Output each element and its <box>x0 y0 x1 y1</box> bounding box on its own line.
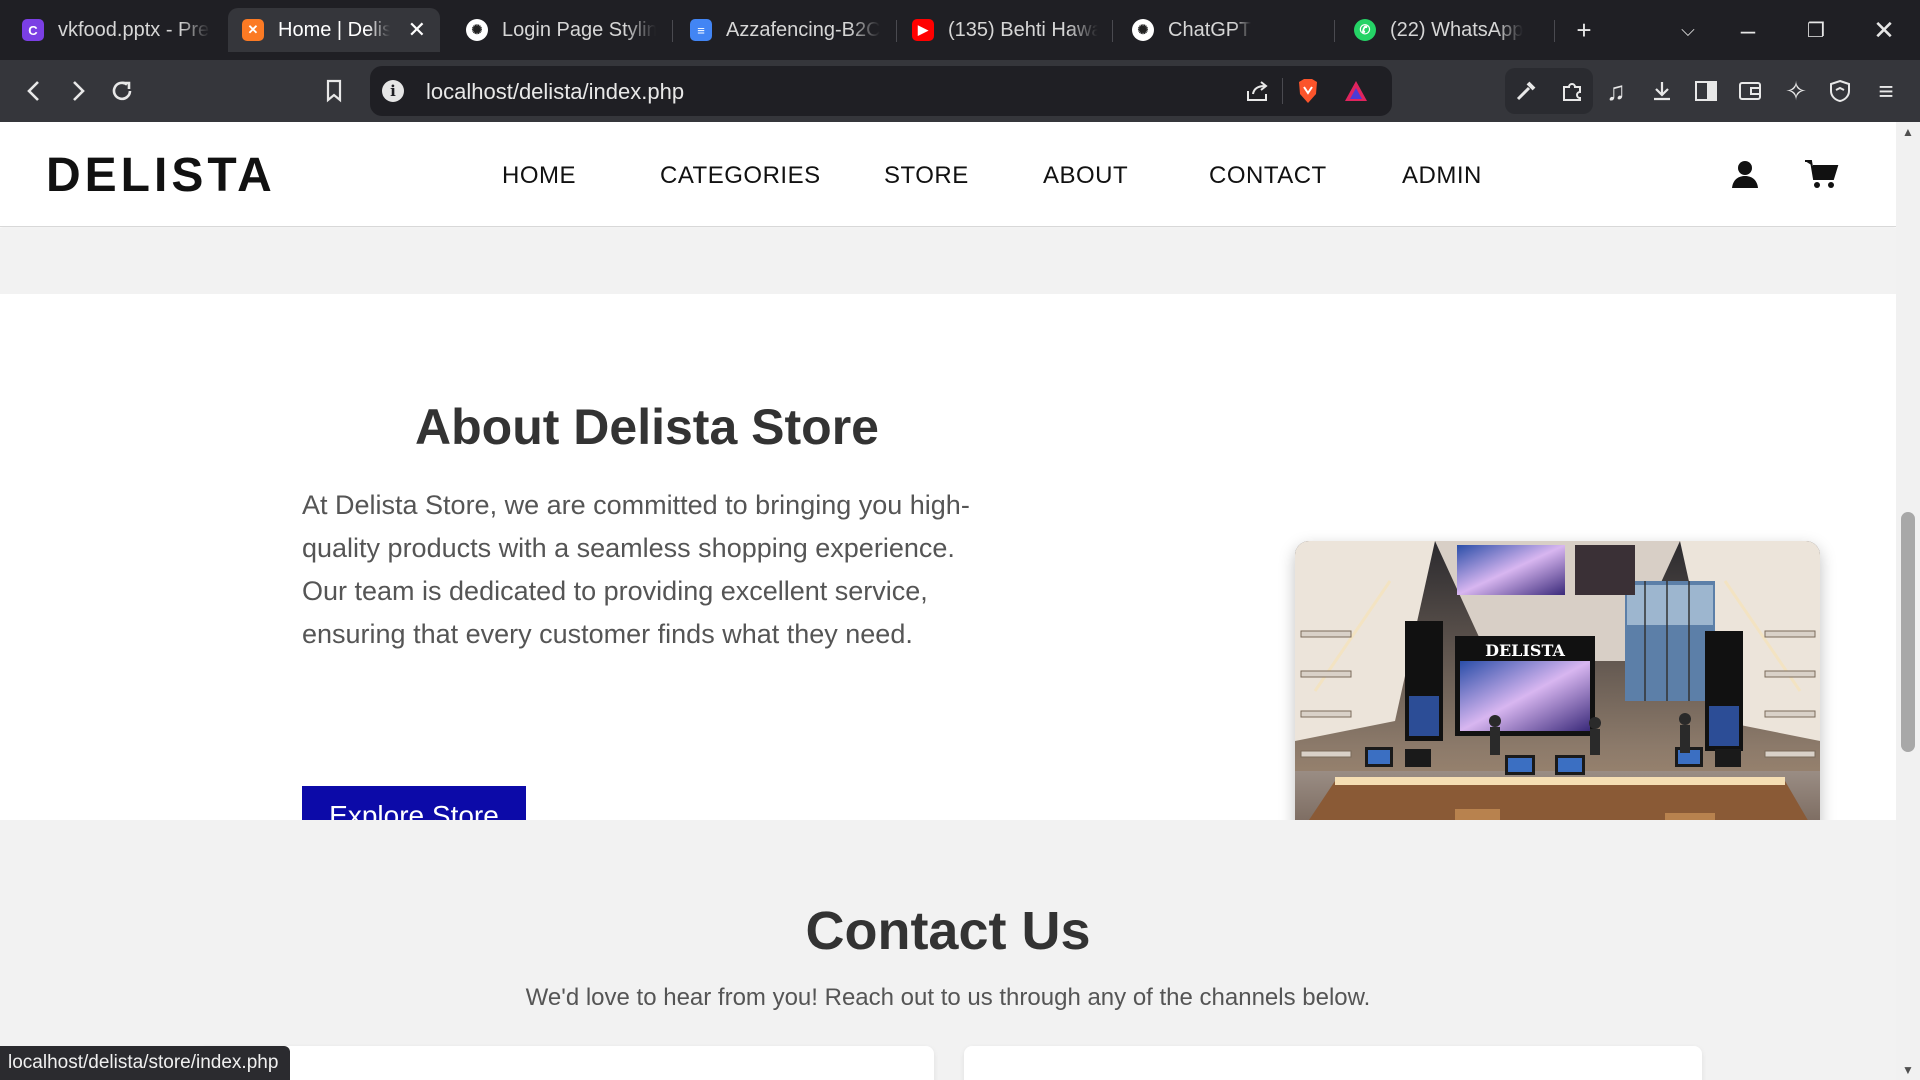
tab-login-page-styling[interactable]: ✺ Login Page Styling <box>452 8 670 52</box>
canva-icon: C <box>22 19 44 41</box>
contact-card <box>196 1046 934 1080</box>
address-bar[interactable]: i localhost/delista/index.php <box>370 66 1392 116</box>
xampp-icon: ✕ <box>242 19 264 41</box>
wallet-icon[interactable] <box>1734 75 1766 107</box>
tab-home-delista[interactable]: ✕ Home | Delista ✕ <box>228 8 440 52</box>
scroll-down-arrow-icon[interactable]: ▼ <box>1896 1060 1920 1080</box>
scroll-up-arrow-icon[interactable]: ▲ <box>1896 122 1920 142</box>
forward-icon[interactable] <box>62 75 94 107</box>
tab-divider <box>1334 20 1335 42</box>
contact-subtitle: We'd love to hear from you! Reach out to… <box>525 984 1371 1011</box>
tab-vkfood[interactable]: C vkfood.pptx - Pres <box>8 8 224 52</box>
vpn-shield-icon[interactable] <box>1824 75 1856 107</box>
site-info-icon[interactable]: i <box>382 80 404 102</box>
chatgpt-icon: ✺ <box>466 19 488 41</box>
about-section: About Delista Store At Delista Store, we… <box>0 294 1896 915</box>
previous-section-bottom <box>0 228 1896 294</box>
tab-youtube[interactable]: ▶ (135) Behti Hawa S <box>898 8 1112 52</box>
about-description: At Delista Store, we are committed to br… <box>302 490 970 649</box>
nav-home[interactable]: HOME <box>502 162 576 190</box>
minimize-icon[interactable]: – <box>1730 12 1766 48</box>
browser-toolbar: i localhost/delista/index.php ♫ ✧ ≡ <box>0 60 1920 122</box>
contact-section: Contact Us We'd love to hear from you! R… <box>0 820 1896 1080</box>
nav-categories[interactable]: CATEGORIES <box>660 162 821 190</box>
bookmark-icon[interactable] <box>318 75 350 107</box>
site-logo[interactable]: DELISTA <box>46 148 276 203</box>
youtube-icon: ▶ <box>912 19 934 41</box>
nav-contact[interactable]: CONTACT <box>1209 162 1327 190</box>
site-navbar: DELISTA HOME CATEGORIES STORE ABOUT CONT… <box>0 122 1896 227</box>
tab-azzafencing[interactable]: ≡ Azzafencing-B2C-S <box>676 8 894 52</box>
leo-ai-icon[interactable]: ✧ <box>1780 75 1812 107</box>
store-sign-text: DELISTA <box>1485 641 1565 660</box>
page-scrollbar[interactable]: ▲ ▼ <box>1896 122 1920 1080</box>
link-status-bar: localhost/delista/store/index.php <box>0 1046 291 1080</box>
about-title: About Delista Store <box>415 399 879 455</box>
nav-admin[interactable]: ADMIN <box>1402 162 1482 190</box>
tab-whatsapp[interactable]: ✆ (22) WhatsApp <box>1340 8 1554 52</box>
close-tab-icon[interactable]: ✕ <box>408 17 426 43</box>
contact-title: Contact Us <box>805 901 1091 961</box>
tab-search-chevron-icon[interactable]: ⌵ <box>1670 12 1706 48</box>
contact-card <box>964 1046 1702 1080</box>
new-tab-icon[interactable]: + <box>1566 12 1602 48</box>
tab-divider <box>1554 20 1555 42</box>
url-divider <box>1282 78 1283 104</box>
sidebar-icon[interactable] <box>1690 75 1722 107</box>
nav-store[interactable]: STORE <box>884 162 969 190</box>
address-bar-url[interactable]: localhost/delista/index.php <box>426 79 684 105</box>
brave-shields-icon[interactable] <box>1292 75 1324 107</box>
tab-divider <box>672 20 673 42</box>
tab-divider <box>896 20 897 42</box>
share-icon[interactable] <box>1242 75 1274 107</box>
browser-tab-bar: C vkfood.pptx - Pres ✕ Home | Delista ✕ … <box>0 0 1920 60</box>
scrollbar-thumb[interactable] <box>1901 512 1915 752</box>
color-picker-extension-icon[interactable] <box>1510 75 1542 107</box>
web-page: DELISTA HOME CATEGORIES STORE ABOUT CONT… <box>0 122 1896 1080</box>
tab-chatgpt[interactable]: ✺ ChatGPT <box>1118 8 1332 52</box>
extensions-puzzle-icon[interactable] <box>1556 75 1588 107</box>
shopping-cart-icon[interactable] <box>1804 158 1840 190</box>
close-window-icon[interactable]: ✕ <box>1866 12 1902 48</box>
user-account-icon[interactable] <box>1729 158 1761 190</box>
docs-icon: ≡ <box>690 19 712 41</box>
nav-about[interactable]: ABOUT <box>1043 162 1128 190</box>
chatgpt-icon: ✺ <box>1132 19 1154 41</box>
brave-rewards-icon[interactable] <box>1340 75 1372 107</box>
menu-icon[interactable]: ≡ <box>1870 75 1902 107</box>
back-icon[interactable] <box>18 75 50 107</box>
restore-icon[interactable]: ❐ <box>1798 12 1834 48</box>
whatsapp-icon: ✆ <box>1354 19 1376 41</box>
tab-divider <box>1112 20 1113 42</box>
media-music-icon[interactable]: ♫ <box>1600 75 1632 107</box>
reload-icon[interactable] <box>106 75 138 107</box>
download-icon[interactable] <box>1646 75 1678 107</box>
